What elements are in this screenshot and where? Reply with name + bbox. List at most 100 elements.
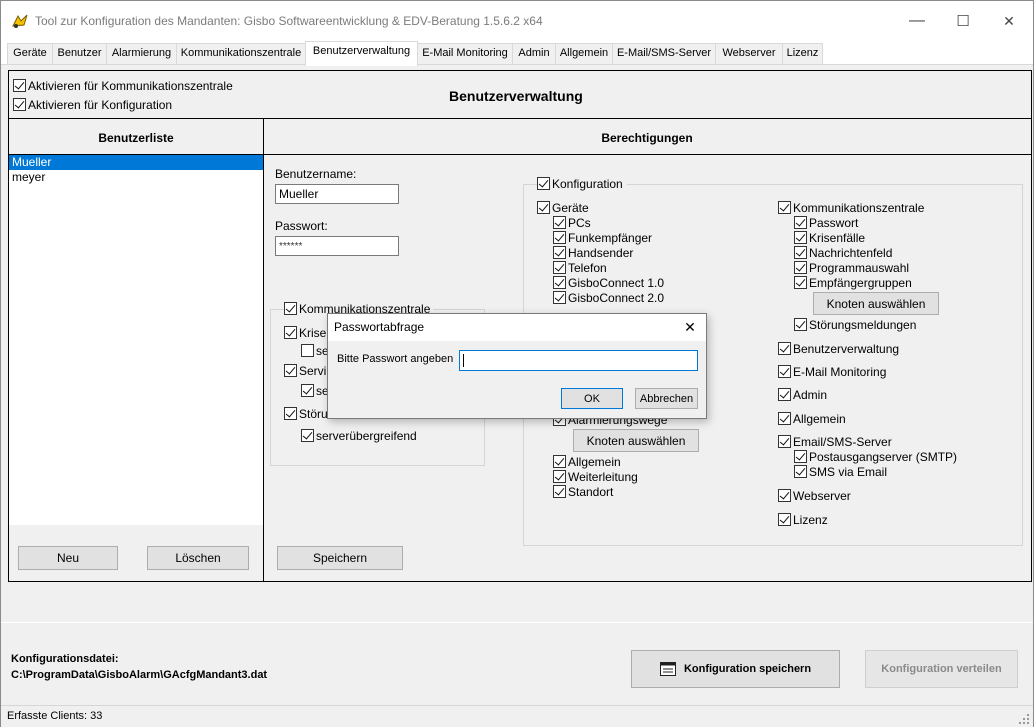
tab-benutzer[interactable]: Benutzer: [52, 43, 107, 64]
activate-kz-checkbox[interactable]: Aktivieren für Kommunikationszentrale: [13, 79, 233, 93]
dialog-cancel-button[interactable]: Abbrechen: [635, 388, 698, 409]
benutzerverwaltung-checkbox[interactable]: Benutzerverwaltung: [778, 342, 899, 356]
checkbox-icon: [13, 98, 26, 111]
checkbox-icon: [301, 429, 314, 442]
save-user-button[interactable]: Speichern: [277, 546, 403, 570]
weiterleitung-checkbox[interactable]: Weiterleitung: [553, 470, 638, 484]
right-kz-checkbox[interactable]: Kommunikationszentrale: [778, 201, 924, 215]
checkbox-icon: [778, 513, 791, 526]
checkbox-icon: [794, 318, 807, 331]
tab-webserver[interactable]: Webserver: [715, 43, 783, 64]
konfiguration-checkbox[interactable]: Konfiguration: [537, 177, 627, 191]
kz-krisen-server-checkbox[interactable]: se: [301, 344, 329, 358]
telefon-checkbox[interactable]: Telefon: [553, 261, 607, 275]
checkbox-icon: [553, 231, 566, 244]
gisboconnect1-checkbox[interactable]: GisboConnect 1.0: [553, 276, 664, 290]
tab-email-monitoring[interactable]: E-Mail Monitoring: [417, 43, 513, 64]
list-item[interactable]: meyer: [9, 170, 263, 185]
checkbox-icon: [553, 216, 566, 229]
save-config-button[interactable]: Konfiguration speichern: [631, 650, 840, 688]
username-label: Benutzername:: [275, 167, 357, 181]
tab-email-sms-server[interactable]: E-Mail/SMS-Server: [612, 43, 716, 64]
status-text: Erfasste Clients: 33: [7, 710, 103, 722]
dialog-ok-button[interactable]: OK: [561, 388, 623, 409]
tab-benutzerverwaltung[interactable]: Benutzerverwaltung: [305, 41, 418, 66]
page-title: Benutzerverwaltung: [449, 88, 583, 104]
permissions-title: Berechtigungen: [601, 131, 693, 145]
dialog-password-input[interactable]: [459, 350, 698, 371]
kz-stoerung-server-checkbox[interactable]: serverübergreifend: [301, 429, 417, 443]
minimize-button[interactable]: —: [894, 1, 940, 41]
checkbox-icon: [553, 485, 566, 498]
tab-divider: [1, 64, 1033, 65]
close-icon: ✕: [1003, 12, 1015, 29]
allgemein-checkbox[interactable]: Allgemein: [778, 412, 846, 426]
webserver-checkbox[interactable]: Webserver: [778, 489, 851, 503]
handsender-checkbox[interactable]: Handsender: [553, 246, 633, 260]
email-monitoring-checkbox[interactable]: E-Mail Monitoring: [778, 365, 886, 379]
user-list: Mueller meyer: [9, 155, 263, 525]
dialog-close-button[interactable]: ✕: [678, 317, 702, 337]
kz-empfaengergruppen-checkbox[interactable]: Empfängergruppen: [794, 276, 912, 290]
sms-email-checkbox[interactable]: SMS via Email: [794, 465, 887, 479]
password-input[interactable]: ******: [275, 236, 399, 256]
kz-krisenfaelle-checkbox[interactable]: Krisenfälle: [794, 231, 865, 245]
checkbox-icon: [301, 384, 314, 397]
geraete-checkbox[interactable]: Geräte: [537, 201, 589, 215]
checkbox-icon: [794, 216, 807, 229]
resize-grip-icon[interactable]: [1019, 714, 1029, 724]
tab-kommunikationszentrale[interactable]: Kommunikationszentrale: [176, 43, 306, 64]
save-config-icon: [659, 662, 676, 676]
funkempfaenger-checkbox[interactable]: Funkempfänger: [553, 231, 652, 245]
distribute-config-button[interactable]: Konfiguration verteilen: [865, 650, 1018, 688]
alarm-knoten-button[interactable]: Knoten auswählen: [573, 429, 699, 452]
checkbox-icon: [794, 450, 807, 463]
checkbox-icon: [778, 412, 791, 425]
dialog-title: Passwortabfrage: [334, 320, 425, 334]
lizenz-checkbox[interactable]: Lizenz: [778, 513, 828, 527]
alarm-allgemein-checkbox[interactable]: Allgemein: [553, 455, 621, 469]
checkbox-icon: [284, 364, 297, 377]
kz-service-checkbox[interactable]: Servi: [284, 364, 326, 378]
checkbox-icon: [284, 302, 297, 315]
kz-krisen-checkbox[interactable]: Krise: [284, 326, 326, 340]
admin-checkbox[interactable]: Admin: [778, 388, 827, 402]
checkbox-icon: [794, 276, 807, 289]
kz-programmauswahl-checkbox[interactable]: Programmauswahl: [794, 261, 909, 275]
config-file-path: C:\ProgramData\GisboAlarm\GAcfgMandant3.…: [11, 669, 268, 681]
checkbox-icon: [778, 388, 791, 401]
checkbox-icon: [553, 291, 566, 304]
checkbox-icon: [778, 365, 791, 378]
tab-allgemein[interactable]: Allgemein: [555, 43, 613, 64]
close-button[interactable]: ✕: [986, 1, 1032, 41]
kz-stoerungsmeldungen-checkbox[interactable]: Störungsmeldungen: [794, 318, 916, 332]
maximize-button[interactable]: ☐: [940, 1, 986, 41]
kz-knoten-button[interactable]: Knoten auswählen: [813, 292, 939, 315]
standort-checkbox[interactable]: Standort: [553, 485, 613, 499]
checkbox-icon: [553, 261, 566, 274]
checkbox-icon: [778, 489, 791, 502]
kz-stoerung-checkbox[interactable]: Störu: [284, 407, 328, 421]
smtp-checkbox[interactable]: Postausgangserver (SMTP): [794, 450, 957, 464]
kz-nachrichtenfeld-checkbox[interactable]: Nachrichtenfeld: [794, 246, 892, 260]
pcs-checkbox[interactable]: PCs: [553, 216, 591, 230]
window-title: Tool zur Konfiguration des Mandanten: Gi…: [35, 14, 543, 28]
gisboconnect2-checkbox[interactable]: GisboConnect 2.0: [553, 291, 664, 305]
email-sms-server-checkbox[interactable]: Email/SMS-Server: [778, 435, 892, 449]
password-dialog: Passwortabfrage ✕ Bitte Passwort angeben…: [327, 313, 707, 419]
vertical-divider: [263, 118, 264, 581]
kz-passwort-checkbox[interactable]: Passwort: [794, 216, 858, 230]
list-item[interactable]: Mueller: [9, 155, 263, 170]
activate-config-checkbox[interactable]: Aktivieren für Konfiguration: [13, 98, 172, 112]
tab-geraete[interactable]: Geräte: [7, 43, 53, 64]
kz-service-server-checkbox[interactable]: se: [301, 384, 329, 398]
tab-alarmierung[interactable]: Alarmierung: [106, 43, 177, 64]
userlist-title: Benutzerliste: [98, 131, 174, 145]
new-user-button[interactable]: Neu: [18, 546, 118, 570]
checkbox-icon: [301, 344, 314, 357]
tab-admin[interactable]: Admin: [512, 43, 556, 64]
maximize-icon: ☐: [956, 13, 970, 30]
username-input[interactable]: Mueller: [275, 184, 399, 204]
delete-user-button[interactable]: Löschen: [147, 546, 249, 570]
tab-lizenz[interactable]: Lizenz: [782, 43, 823, 64]
